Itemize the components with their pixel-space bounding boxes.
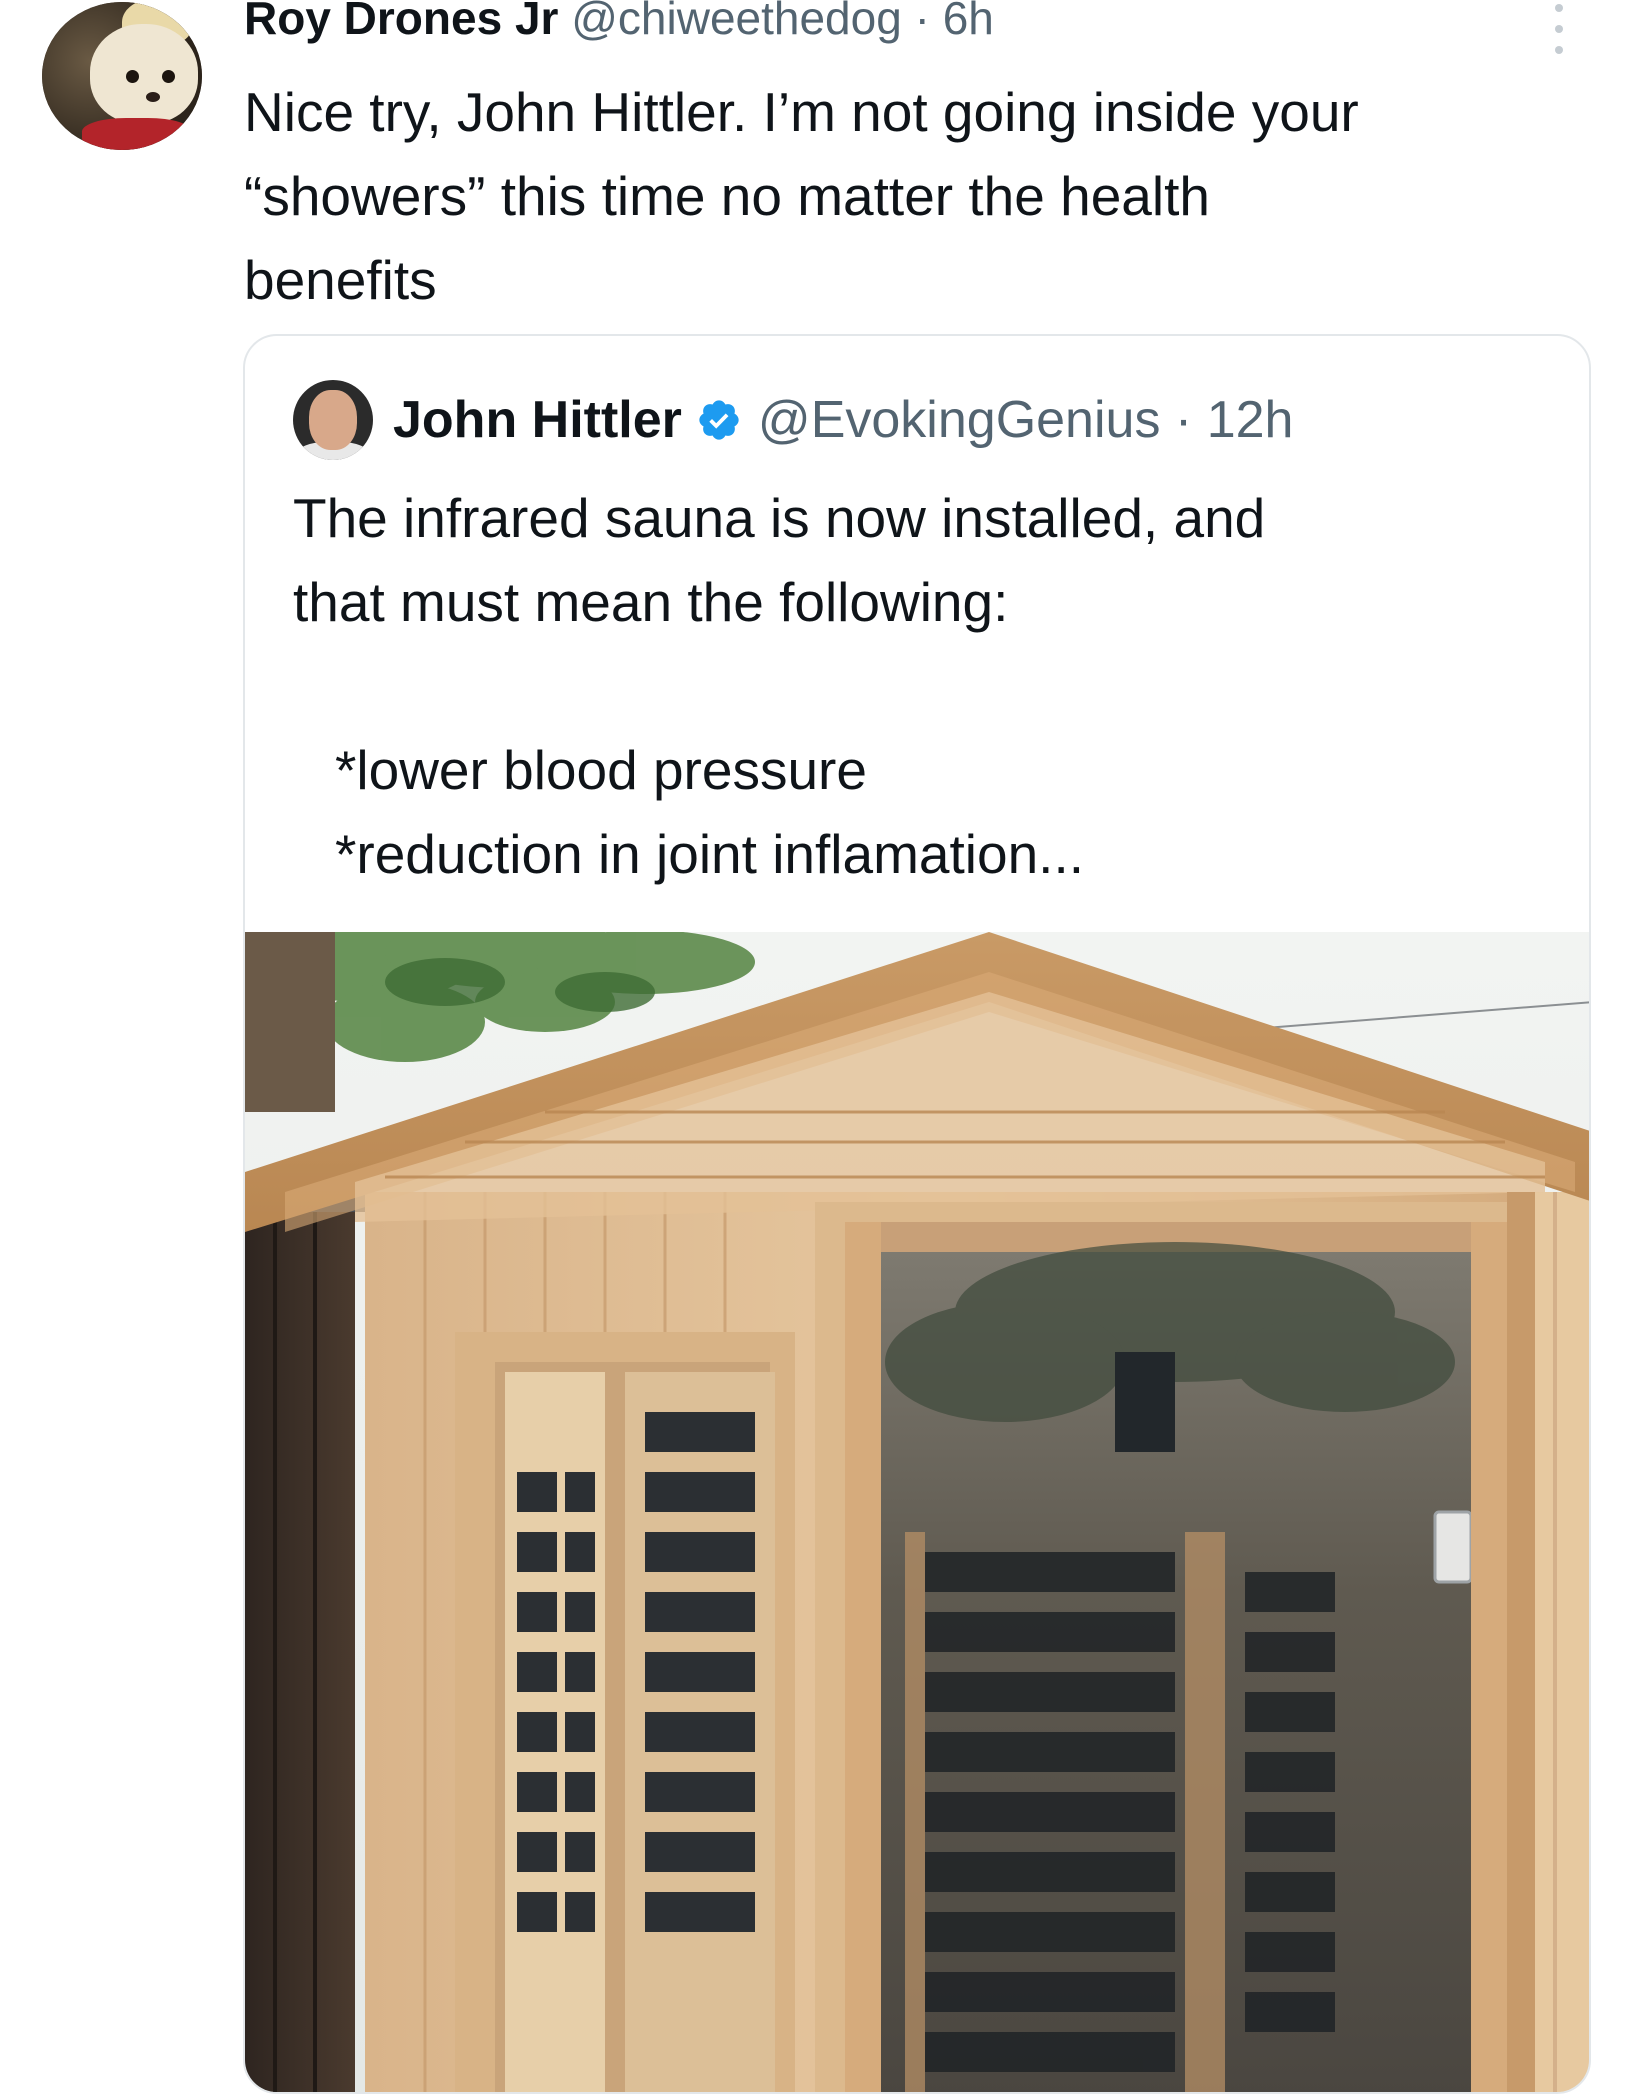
- quoted-text-line: that must mean the following:: [293, 571, 1009, 633]
- post-text-line: “showers” this time no matter the health: [244, 165, 1210, 227]
- quoted-author-handle[interactable]: @EvokingGenius: [758, 391, 1161, 449]
- quoted-post-card[interactable]: John Hittler @EvokingGenius · 12h The in…: [243, 334, 1591, 2094]
- quoted-bullet: *reduction in joint inflamation...: [335, 823, 1085, 885]
- author-handle[interactable]: @chiweethedog: [571, 0, 902, 44]
- post-header: Roy Drones Jr @chiweethedog · 6h: [244, 0, 994, 46]
- author-name[interactable]: Roy Drones Jr: [244, 0, 558, 44]
- quoted-author-name[interactable]: John Hittler: [393, 391, 682, 449]
- post-timestamp[interactable]: 6h: [943, 0, 994, 44]
- post-text: Nice try, John Hittler. I’m not going in…: [244, 70, 1604, 322]
- quoted-post-timestamp[interactable]: 12h: [1207, 391, 1294, 449]
- author-avatar[interactable]: [42, 2, 202, 150]
- sauna-photo[interactable]: [245, 932, 1589, 2092]
- sauna-photo-illustration: [245, 932, 1589, 2092]
- reply-post: Roy Drones Jr @chiweethedog · 6h Nice tr…: [0, 0, 1646, 2094]
- dot-separator: ·: [1174, 391, 1193, 449]
- more-options-icon[interactable]: [1548, 4, 1570, 54]
- quoted-text-line: The infrared sauna is now installed, and: [293, 487, 1266, 549]
- quoted-post-header: John Hittler @EvokingGenius · 12h: [393, 384, 1293, 456]
- quoted-bullet: *lower blood pressure: [335, 739, 867, 801]
- quoted-author-avatar[interactable]: [293, 380, 373, 460]
- dot-separator: ·: [914, 0, 930, 44]
- post-text-line: Nice try, John Hittler. I’m not going in…: [244, 81, 1359, 143]
- post-text-line: benefits: [244, 249, 437, 311]
- quoted-post-text: The infrared sauna is now installed, and…: [293, 476, 1553, 896]
- verified-badge-icon: [699, 400, 739, 440]
